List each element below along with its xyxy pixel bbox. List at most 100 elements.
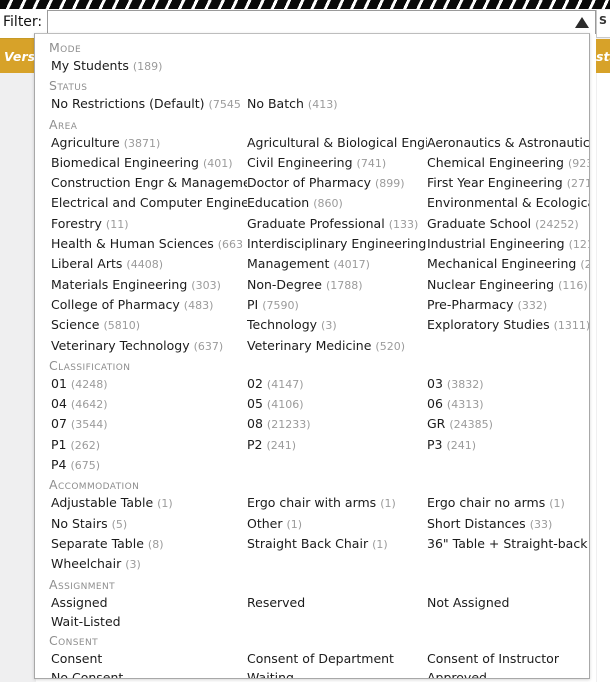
option-count: (1311) (553, 319, 590, 333)
option-count: (4248) (70, 377, 108, 391)
filter-option[interactable]: Liberal Arts (4408) (51, 254, 247, 274)
filter-option[interactable]: PI (7590) (247, 295, 427, 315)
filter-option[interactable]: Veterinary Medicine (520) (247, 336, 427, 356)
filter-option[interactable]: Graduate School (24252) (427, 214, 589, 234)
filter-option[interactable]: 03 (3832) (427, 374, 589, 394)
filter-option[interactable]: College of Pharmacy (483) (51, 295, 247, 315)
section-heading-classification: Classification (49, 357, 131, 373)
section-options-classification: 01 (4248) 02 (4147) 03 (3832) 04 (4642) 05 (4106)… (35, 374, 589, 475)
filter-option[interactable]: Pre-Pharmacy (332) (427, 295, 589, 315)
filter-option[interactable]: Not Assigned (427, 593, 589, 612)
filter-option[interactable]: First Year Engineering(2713) (427, 173, 589, 193)
filter-option[interactable]: Veterinary Technology (637) (51, 336, 247, 356)
filter-option[interactable]: Graduate Professional (133) (247, 214, 427, 234)
section-heading-mode: Mode (49, 40, 82, 55)
filter-option[interactable]: Consent of Department (247, 649, 427, 668)
filter-option[interactable]: Approved (427, 668, 589, 678)
filter-option[interactable]: Ergo chair no arms (1) (427, 493, 589, 513)
filter-option[interactable]: Electrical and Computer Engine (51, 193, 247, 213)
filter-option[interactable]: Doctor of Pharmacy (899) (247, 173, 427, 193)
section-options-assignment: Assigned Reserved Not Assigned Wait-Listed (35, 593, 589, 632)
option-count: (4408) (126, 258, 163, 272)
filter-option[interactable]: Health & Human Sciences (663 (51, 234, 247, 254)
filter-option[interactable]: Environmental & Ecological Eng (427, 193, 589, 213)
filter-option[interactable]: No Restrictions (Default) (7545 (51, 94, 247, 114)
filter-option[interactable]: Education (860) (247, 193, 427, 213)
filter-option[interactable]: Biomedical Engineering (401) (51, 153, 247, 173)
filter-option[interactable]: Technology (3) (247, 315, 427, 335)
filter-option[interactable]: Interdisciplinary Engineering(1 (247, 234, 427, 254)
section-heading-accommodation: Accommodation (49, 477, 140, 493)
option-count: (116) (558, 278, 588, 292)
filter-option[interactable]: 04 (4642) (51, 394, 247, 414)
filter-option[interactable]: P2 (241) (247, 435, 427, 455)
section-options-consent: Consent Consent of Department Consent of I… (35, 649, 589, 678)
filter-input[interactable] (48, 11, 595, 34)
filter-option[interactable]: 02 (4147) (247, 374, 427, 394)
filter-option[interactable]: Materials Engineering (303) (51, 275, 247, 295)
option-count: (637) (193, 339, 224, 353)
filter-option[interactable]: Waiting (247, 668, 427, 678)
filter-option[interactable]: Science (5810) (51, 315, 247, 335)
section-heading-consent: Consent (49, 633, 98, 649)
option-count: (11) (105, 217, 129, 231)
filter-option[interactable]: Ergo chair with arms (1) (247, 493, 427, 513)
filter-option[interactable]: Separate Table (8) (51, 534, 247, 554)
filter-option[interactable]: 08 (21233) (247, 414, 427, 434)
filter-option[interactable]: P1 (262) (51, 435, 247, 455)
filter-option[interactable]: Aeronautics & Astronautics(99 (427, 133, 589, 153)
filter-option[interactable]: My Students (189) (51, 56, 247, 76)
filter-option[interactable]: 06 (4313) (427, 394, 589, 414)
filter-option[interactable]: Chemical Engineering(923) (427, 153, 589, 173)
filter-option[interactable]: Wheelchair (3) (51, 554, 247, 574)
filter-option[interactable]: Reserved (247, 593, 427, 612)
option-count: (133) (388, 217, 419, 231)
option-count: (483) (183, 298, 214, 312)
filter-option[interactable]: No Stairs (5) (51, 514, 247, 534)
filter-option[interactable]: No Batch (413) (247, 94, 427, 114)
option-count: (1) (549, 497, 565, 511)
option-count: (3871) (123, 136, 161, 150)
filter-option[interactable]: Wait-Listed (51, 612, 247, 631)
filter-option[interactable]: 05 (4106) (247, 394, 427, 414)
filter-option[interactable]: Forestry (11) (51, 214, 247, 234)
filter-option[interactable]: Civil Engineering (741) (247, 153, 427, 173)
filter-option[interactable]: Management (4017) (247, 254, 427, 274)
filter-option[interactable]: 01 (4248) (51, 374, 247, 394)
filter-option[interactable]: Assigned (51, 593, 247, 612)
filter-option[interactable]: Mechanical Engineering(2004) (427, 254, 589, 274)
option-count: (5810) (103, 319, 141, 333)
filter-option[interactable]: Straight Back Chair (1) (247, 534, 427, 554)
filter-option[interactable]: 07 (3544) (51, 414, 247, 434)
filter-option[interactable]: No Consent (51, 668, 247, 678)
filter-option[interactable]: Nuclear Engineering (116) (427, 275, 589, 295)
filter-option[interactable]: Consent of Instructor (427, 649, 589, 668)
filter-option[interactable]: GR (24385) (427, 414, 589, 434)
filter-option[interactable]: Agricultural & Biological Engine (247, 133, 427, 153)
filter-option[interactable]: Industrial Engineering(1216) (427, 234, 589, 254)
filter-option[interactable]: P4 (675) (51, 455, 247, 475)
option-count: (3544) (70, 418, 108, 432)
filter-option[interactable]: Exploratory Studies (1311) (427, 315, 590, 335)
filter-option[interactable]: Non-Degree (1788) (247, 275, 427, 295)
section-heading-assignment: Assignment (49, 576, 116, 592)
option-count: (413) (307, 98, 338, 112)
option-count: (7590) (262, 298, 299, 312)
screen: Version S sta Filter: ModeMy Students(18… (0, 0, 610, 682)
option-count: (24252) (535, 217, 579, 231)
filter-combobox[interactable] (47, 10, 596, 34)
option-count: (8) (147, 537, 164, 551)
filter-option[interactable]: Other (1) (247, 514, 427, 534)
filter-option[interactable]: 36" Table + Straight-back chai (427, 534, 589, 554)
filter-option[interactable]: Construction Engr & Manageme (51, 173, 247, 193)
option-count: (7545 (208, 98, 241, 112)
caret-up-icon[interactable] (575, 17, 589, 28)
filter-option[interactable]: Short Distances (33) (427, 514, 589, 534)
section-options-status: No Restrictions (Default) (7545 No Batch (4… (35, 94, 589, 114)
filter-option[interactable]: Consent (51, 649, 247, 668)
filter-row: Filter: (0, 9, 596, 35)
option-count: (923) (567, 156, 589, 170)
filter-option[interactable]: Adjustable Table (1) (51, 493, 247, 513)
filter-option[interactable]: Agriculture (3871) (51, 133, 247, 153)
filter-option[interactable]: P3 (241) (427, 435, 589, 455)
